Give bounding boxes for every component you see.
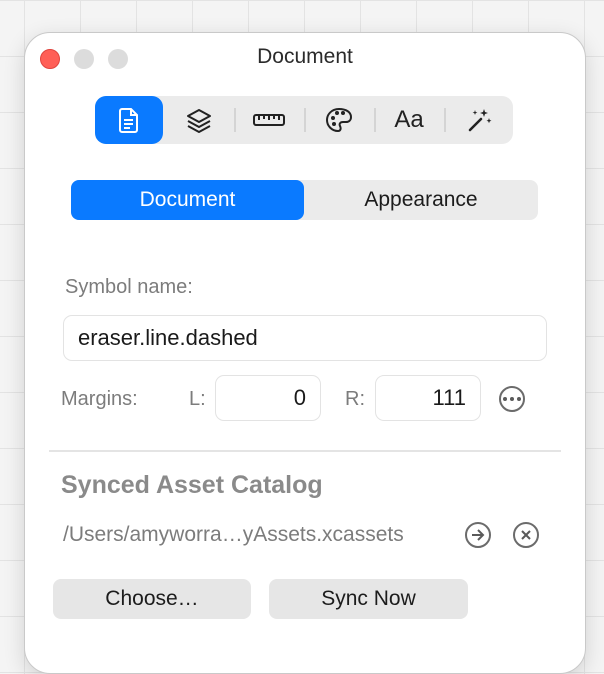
asset-catalog-path: /Users/amyworra…yAssets.xcassets [63,523,404,546]
window-title: Document [257,45,353,68]
document-icon [119,108,138,133]
sync-now-button[interactable]: Sync Now [269,579,468,619]
symbol-name-label: Symbol name: [65,276,193,298]
palette-icon [325,107,353,133]
font-icon: Aa [394,106,424,133]
symbol-name-input[interactable]: eraser.line.dashed [63,315,547,361]
left-margin-input[interactable]: 0 [215,375,321,421]
margins-more-button[interactable] [499,386,525,412]
choose-button[interactable]: Choose… [53,579,251,619]
toolbar-effects-button[interactable] [445,96,513,144]
ruler-icon [253,114,285,126]
toolbar-ruler-button[interactable] [235,96,303,144]
ellipsis-dot [510,397,514,401]
toolbar-document-button[interactable] [95,96,163,144]
toolbar-font-button[interactable]: Aa [375,96,443,144]
left-margin-label: L: [189,388,206,410]
margins-label: Margins: [61,388,138,410]
view-mode-segmented-control: Document Appearance [71,180,538,220]
magic-wand-icon [468,109,492,132]
tab-appearance[interactable]: Appearance [304,180,538,220]
arrow-right-icon [472,529,485,541]
reveal-catalog-button[interactable] [465,522,491,548]
ellipsis-icon [503,397,507,401]
inspector-toolbar: Aa [95,96,513,144]
layers-icon [187,109,211,133]
section-divider [49,450,561,452]
right-margin-input[interactable]: 111 [375,375,481,421]
remove-catalog-button[interactable] [513,522,539,548]
tab-document[interactable]: Document [71,180,304,220]
right-margin-label: R: [345,388,365,410]
close-icon [521,530,531,540]
toolbar-layers-button[interactable] [165,96,233,144]
ellipsis-dot [517,397,521,401]
inspector-window: Document Aa Document Appearance Symbol n… [24,32,586,674]
toolbar-palette-button[interactable] [305,96,373,144]
synced-asset-catalog-heading: Synced Asset Catalog [61,471,323,499]
